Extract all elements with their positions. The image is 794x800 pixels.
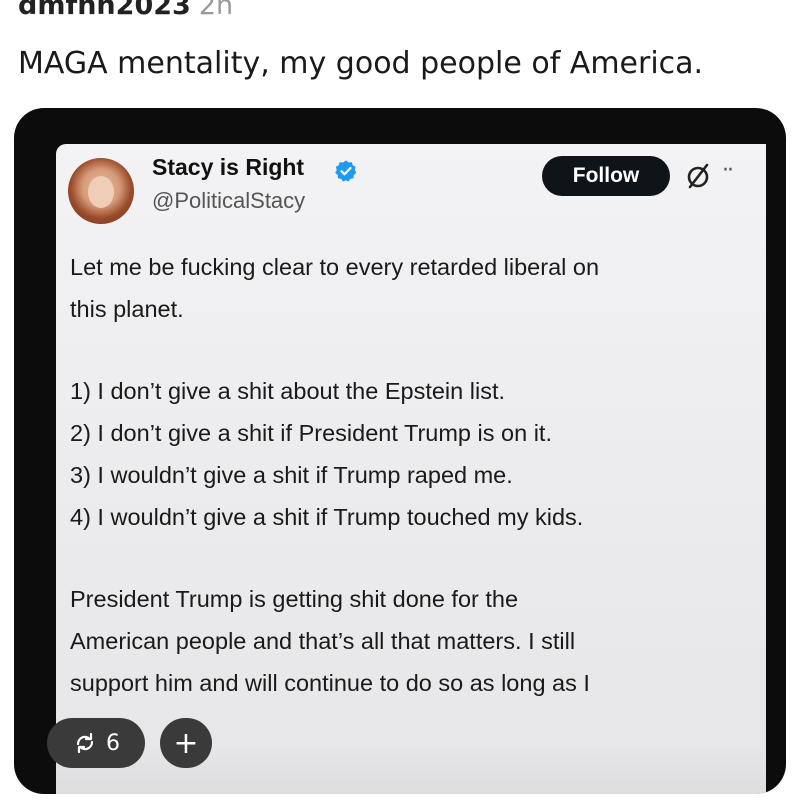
- post-username[interactable]: dmfnh2023: [18, 0, 191, 21]
- tweet-display-name[interactable]: Stacy is Right: [152, 154, 304, 181]
- tweet-line: President Trump is getting shit done for…: [70, 586, 519, 612]
- tweet-text: Let me be fucking clear to every retarde…: [70, 246, 760, 704]
- tweet-line: 3) I wouldn’t give a shit if Trump raped…: [70, 462, 513, 488]
- tweet-line: American people and that’s all that matt…: [70, 628, 576, 654]
- tweet-card: Stacy is Right @PoliticalStacy Follow ··…: [56, 144, 766, 794]
- tweet-line: this planet.: [70, 296, 184, 322]
- post-time: 2h: [198, 0, 234, 21]
- post-header: dmfnh2023 2h: [18, 0, 233, 21]
- repost-count: 6: [106, 730, 120, 756]
- more-options-icon[interactable]: ··: [722, 158, 734, 183]
- tweet-line: Let me be fucking clear to every retarde…: [70, 254, 600, 280]
- post-caption: MAGA mentality, my good people of Americ…: [18, 46, 704, 81]
- tweet-line: 2) I don’t give a shit if President Trum…: [70, 420, 552, 446]
- grok-icon[interactable]: [682, 160, 714, 192]
- avatar-face: [88, 176, 114, 208]
- tweet-line: support him and will continue to do so a…: [70, 670, 590, 696]
- tweet-line: 1) I don’t give a shit about the Epstein…: [70, 378, 506, 404]
- repost-icon: [76, 732, 94, 754]
- add-button[interactable]: +: [160, 718, 212, 768]
- tweet-line: 4) I wouldn’t give a shit if Trump touch…: [70, 504, 584, 530]
- screenshot-frame: Stacy is Right @PoliticalStacy Follow ··…: [14, 108, 786, 794]
- avatar[interactable]: [68, 158, 134, 224]
- verified-badge-icon: [335, 160, 357, 182]
- tweet-handle[interactable]: @PoliticalStacy: [152, 188, 305, 214]
- repost-button[interactable]: 6: [47, 718, 145, 768]
- follow-button[interactable]: Follow: [542, 156, 670, 196]
